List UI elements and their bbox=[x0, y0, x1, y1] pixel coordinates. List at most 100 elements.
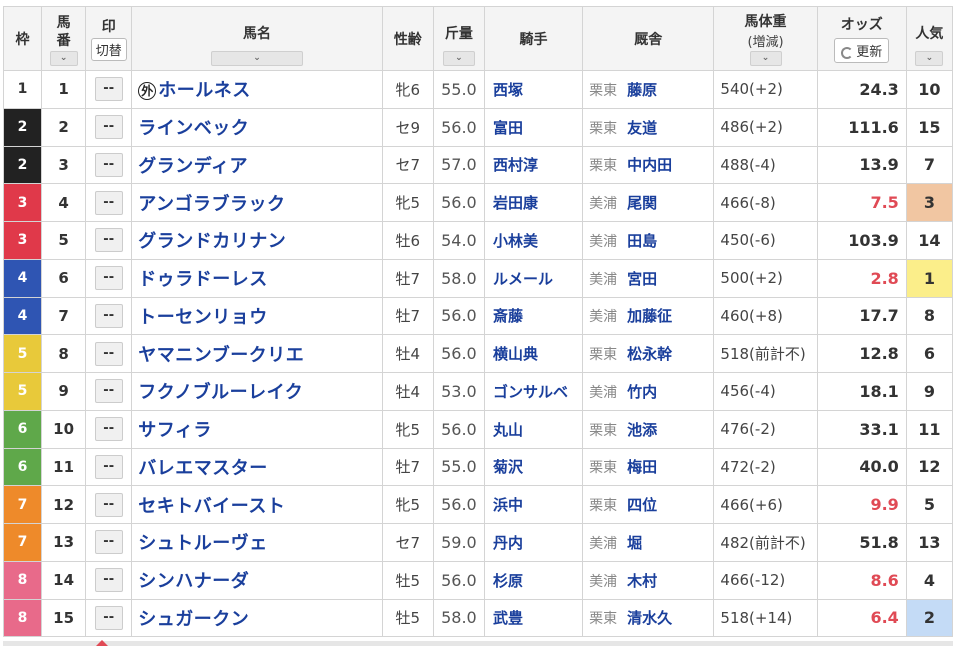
stable-area: 美浦 bbox=[589, 196, 618, 213]
trainer-link[interactable]: 清水久 bbox=[627, 609, 672, 627]
horse-name-link[interactable]: ホールネス bbox=[158, 80, 251, 101]
odds-refresh-button[interactable]: 更新 bbox=[834, 38, 890, 63]
weight-carried-cell: 56.0 bbox=[432, 296, 485, 336]
horse-name-link[interactable]: バレエマスター bbox=[138, 458, 268, 479]
popularity-cell: 3 bbox=[905, 183, 953, 222]
jockey-link[interactable]: ゴンサルベ bbox=[483, 372, 584, 411]
waku-cell: 5 bbox=[2, 372, 43, 411]
horse-name-link[interactable]: シュトルーヴェ bbox=[138, 533, 268, 554]
trainer-link[interactable]: 中内田 bbox=[627, 156, 672, 174]
stable-area: 美浦 bbox=[589, 384, 618, 401]
waku-cell: 5 bbox=[2, 334, 43, 373]
stable-area: 栗東 bbox=[589, 498, 618, 515]
horse-name-cell: グランディア bbox=[131, 145, 383, 185]
jockey-link[interactable]: 丸山 bbox=[483, 409, 584, 449]
header-ninki[interactable]: 人気 ⌄ bbox=[905, 6, 953, 71]
horse-name-link[interactable]: グランドカリナン bbox=[138, 231, 286, 252]
stable-cell: 美浦堀 bbox=[582, 523, 715, 562]
mark-select-button[interactable]: -- bbox=[94, 492, 123, 517]
horse-name-link[interactable]: トーセンリョウ bbox=[138, 307, 268, 328]
popularity-cell: 14 bbox=[905, 221, 953, 260]
mark-select-button[interactable]: -- bbox=[94, 379, 123, 404]
horse-name-link[interactable]: ラインベック bbox=[138, 118, 249, 139]
body-weight-cell: 518(+14) bbox=[713, 598, 818, 638]
header-umaban-label-1: 馬 bbox=[56, 14, 71, 31]
header-kinryo[interactable]: 斤量 ⌄ bbox=[432, 6, 485, 71]
horse-name-link[interactable]: グランディア bbox=[138, 156, 248, 177]
jockey-link[interactable]: 西塚 bbox=[483, 70, 584, 109]
odds-cell: 2.8 bbox=[816, 258, 907, 298]
trainer-link[interactable]: 藤原 bbox=[627, 81, 657, 99]
jockey-link[interactable]: 丹内 bbox=[483, 523, 584, 562]
jockey-link[interactable]: 横山典 bbox=[483, 334, 584, 373]
mark-toggle-button[interactable]: 切替 bbox=[90, 38, 127, 61]
jockey-link[interactable]: 菊沢 bbox=[483, 447, 584, 487]
header-seirei: 性齢 bbox=[381, 6, 434, 71]
umaban-cell: 10 bbox=[41, 409, 87, 449]
mark-select-button[interactable]: -- bbox=[94, 341, 123, 366]
umaban-cell: 15 bbox=[41, 598, 87, 638]
mark-select-button[interactable]: -- bbox=[94, 530, 123, 555]
jockey-link[interactable]: 富田 bbox=[483, 107, 584, 147]
jockey-link[interactable]: 浜中 bbox=[483, 485, 584, 524]
mark-select-button[interactable]: -- bbox=[94, 152, 123, 177]
trainer-link[interactable]: 宮田 bbox=[627, 270, 657, 288]
horse-name-link[interactable]: ドゥラドーレス bbox=[138, 269, 268, 290]
mark-select-button[interactable]: -- bbox=[94, 266, 123, 291]
trainer-link[interactable]: 梅田 bbox=[627, 458, 657, 476]
horse-row: 3 5 -- グランドカリナン 牡6 54.0 小林美 美浦 田島 450(-6) 103.9 14 bbox=[2, 221, 953, 260]
mark-select-button[interactable]: -- bbox=[94, 190, 123, 215]
chevron-down-icon: ⌄ bbox=[253, 53, 261, 63]
header-zogen-label: (増減) bbox=[747, 35, 784, 50]
header-umaban[interactable]: 馬 番 ⌄ bbox=[41, 6, 87, 71]
jockey-link[interactable]: 斎藤 bbox=[483, 296, 584, 336]
horse-name-link[interactable]: アンゴラブラック bbox=[138, 194, 285, 215]
sort-kinryo-button[interactable]: ⌄ bbox=[442, 51, 475, 66]
trainer-link[interactable]: 竹内 bbox=[627, 383, 657, 401]
horse-name-link[interactable]: シュガークン bbox=[138, 609, 249, 630]
trainer-link[interactable]: 四位 bbox=[627, 496, 657, 514]
sort-umaban-button[interactable]: ⌄ bbox=[49, 51, 78, 66]
sort-bamei-button[interactable]: ⌄ bbox=[211, 51, 303, 66]
mark-select-button[interactable]: -- bbox=[94, 228, 123, 253]
odds-cell: 17.7 bbox=[816, 296, 907, 336]
trainer-link[interactable]: 池添 bbox=[627, 421, 657, 439]
horse-name-link[interactable]: シンハナーダ bbox=[138, 571, 249, 592]
trainer-link[interactable]: 松永幹 bbox=[627, 345, 672, 363]
horse-name-link[interactable]: ヤマニンブークリエ bbox=[138, 345, 304, 366]
horse-name-cell: セキトバイースト bbox=[131, 485, 383, 524]
mark-select-button[interactable]: -- bbox=[94, 454, 123, 479]
mark-select-button[interactable]: -- bbox=[94, 115, 123, 140]
horse-row: 7 12 -- セキトバイースト 牝5 56.0 浜中 栗東 四位 466(+6) 9.9 5 bbox=[2, 485, 953, 524]
mark-select-button[interactable]: -- bbox=[94, 568, 123, 593]
horse-name-link[interactable]: フクノブルーレイク bbox=[138, 382, 303, 403]
jockey-link[interactable]: 杉原 bbox=[483, 560, 584, 600]
jockey-link[interactable]: 岩田康 bbox=[483, 183, 584, 222]
header-bamei[interactable]: 馬名 ⌄ bbox=[131, 6, 383, 71]
stable-cell: 栗東 池添 bbox=[582, 409, 715, 449]
trainer-link[interactable]: 木村 bbox=[627, 572, 657, 590]
header-bataiju[interactable]: 馬体重 (増減) ⌄ bbox=[713, 6, 818, 71]
jockey-link[interactable]: ルメール bbox=[483, 258, 584, 298]
body-weight-cell: 460(+8) bbox=[713, 296, 818, 336]
trainer-link[interactable]: 田島 bbox=[627, 232, 657, 250]
jockey-link[interactable]: 武豊 bbox=[483, 598, 584, 638]
trainer-link[interactable]: 加藤征 bbox=[627, 307, 672, 325]
popularity-cell: 6 bbox=[905, 334, 953, 373]
weight-carried-cell: 57.0 bbox=[432, 145, 485, 185]
mark-select-button[interactable]: -- bbox=[94, 77, 123, 102]
horse-name-link[interactable]: サフィラ bbox=[138, 420, 212, 441]
mark-select-button[interactable]: -- bbox=[94, 303, 123, 328]
horse-name-link[interactable]: セキトバイースト bbox=[138, 496, 285, 517]
sort-ninki-button[interactable]: ⌄ bbox=[915, 51, 944, 66]
jockey-link[interactable]: 小林美 bbox=[483, 221, 584, 260]
mark-cell: -- bbox=[85, 334, 133, 373]
header-bataiju-label: 馬体重 bbox=[744, 14, 787, 30]
trainer-link[interactable]: 堀 bbox=[627, 534, 642, 552]
mark-select-button[interactable]: -- bbox=[94, 605, 123, 630]
jockey-link[interactable]: 西村淳 bbox=[483, 145, 584, 185]
sort-bataiju-button[interactable]: ⌄ bbox=[749, 51, 782, 66]
mark-select-button[interactable]: -- bbox=[94, 417, 123, 442]
trainer-link[interactable]: 尾関 bbox=[627, 194, 657, 212]
trainer-link[interactable]: 友道 bbox=[627, 119, 657, 137]
